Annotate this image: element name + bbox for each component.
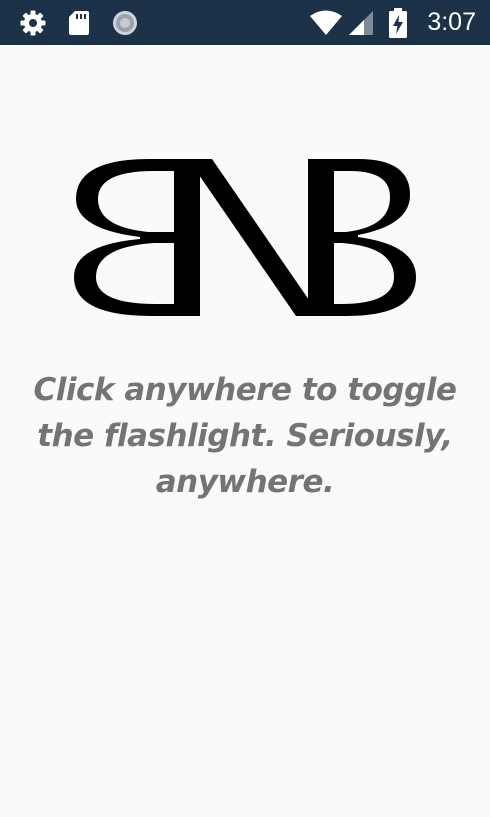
- gear-icon: [18, 0, 48, 45]
- loading-icon: [110, 0, 140, 45]
- sd-card-icon: [66, 0, 92, 45]
- wifi-icon: [308, 0, 344, 45]
- signal-icon: [346, 0, 376, 45]
- instruction-text: Click anywhere to toggle the flashlight.…: [33, 372, 457, 500]
- battery-charging-icon: [386, 0, 410, 45]
- flashlight-toggle-area[interactable]: Click anywhere to toggle the flashlight.…: [0, 45, 490, 817]
- bnb-logo: [74, 159, 416, 316]
- status-bar: 3:07: [0, 0, 490, 45]
- clock-time: 3:07: [427, 8, 476, 36]
